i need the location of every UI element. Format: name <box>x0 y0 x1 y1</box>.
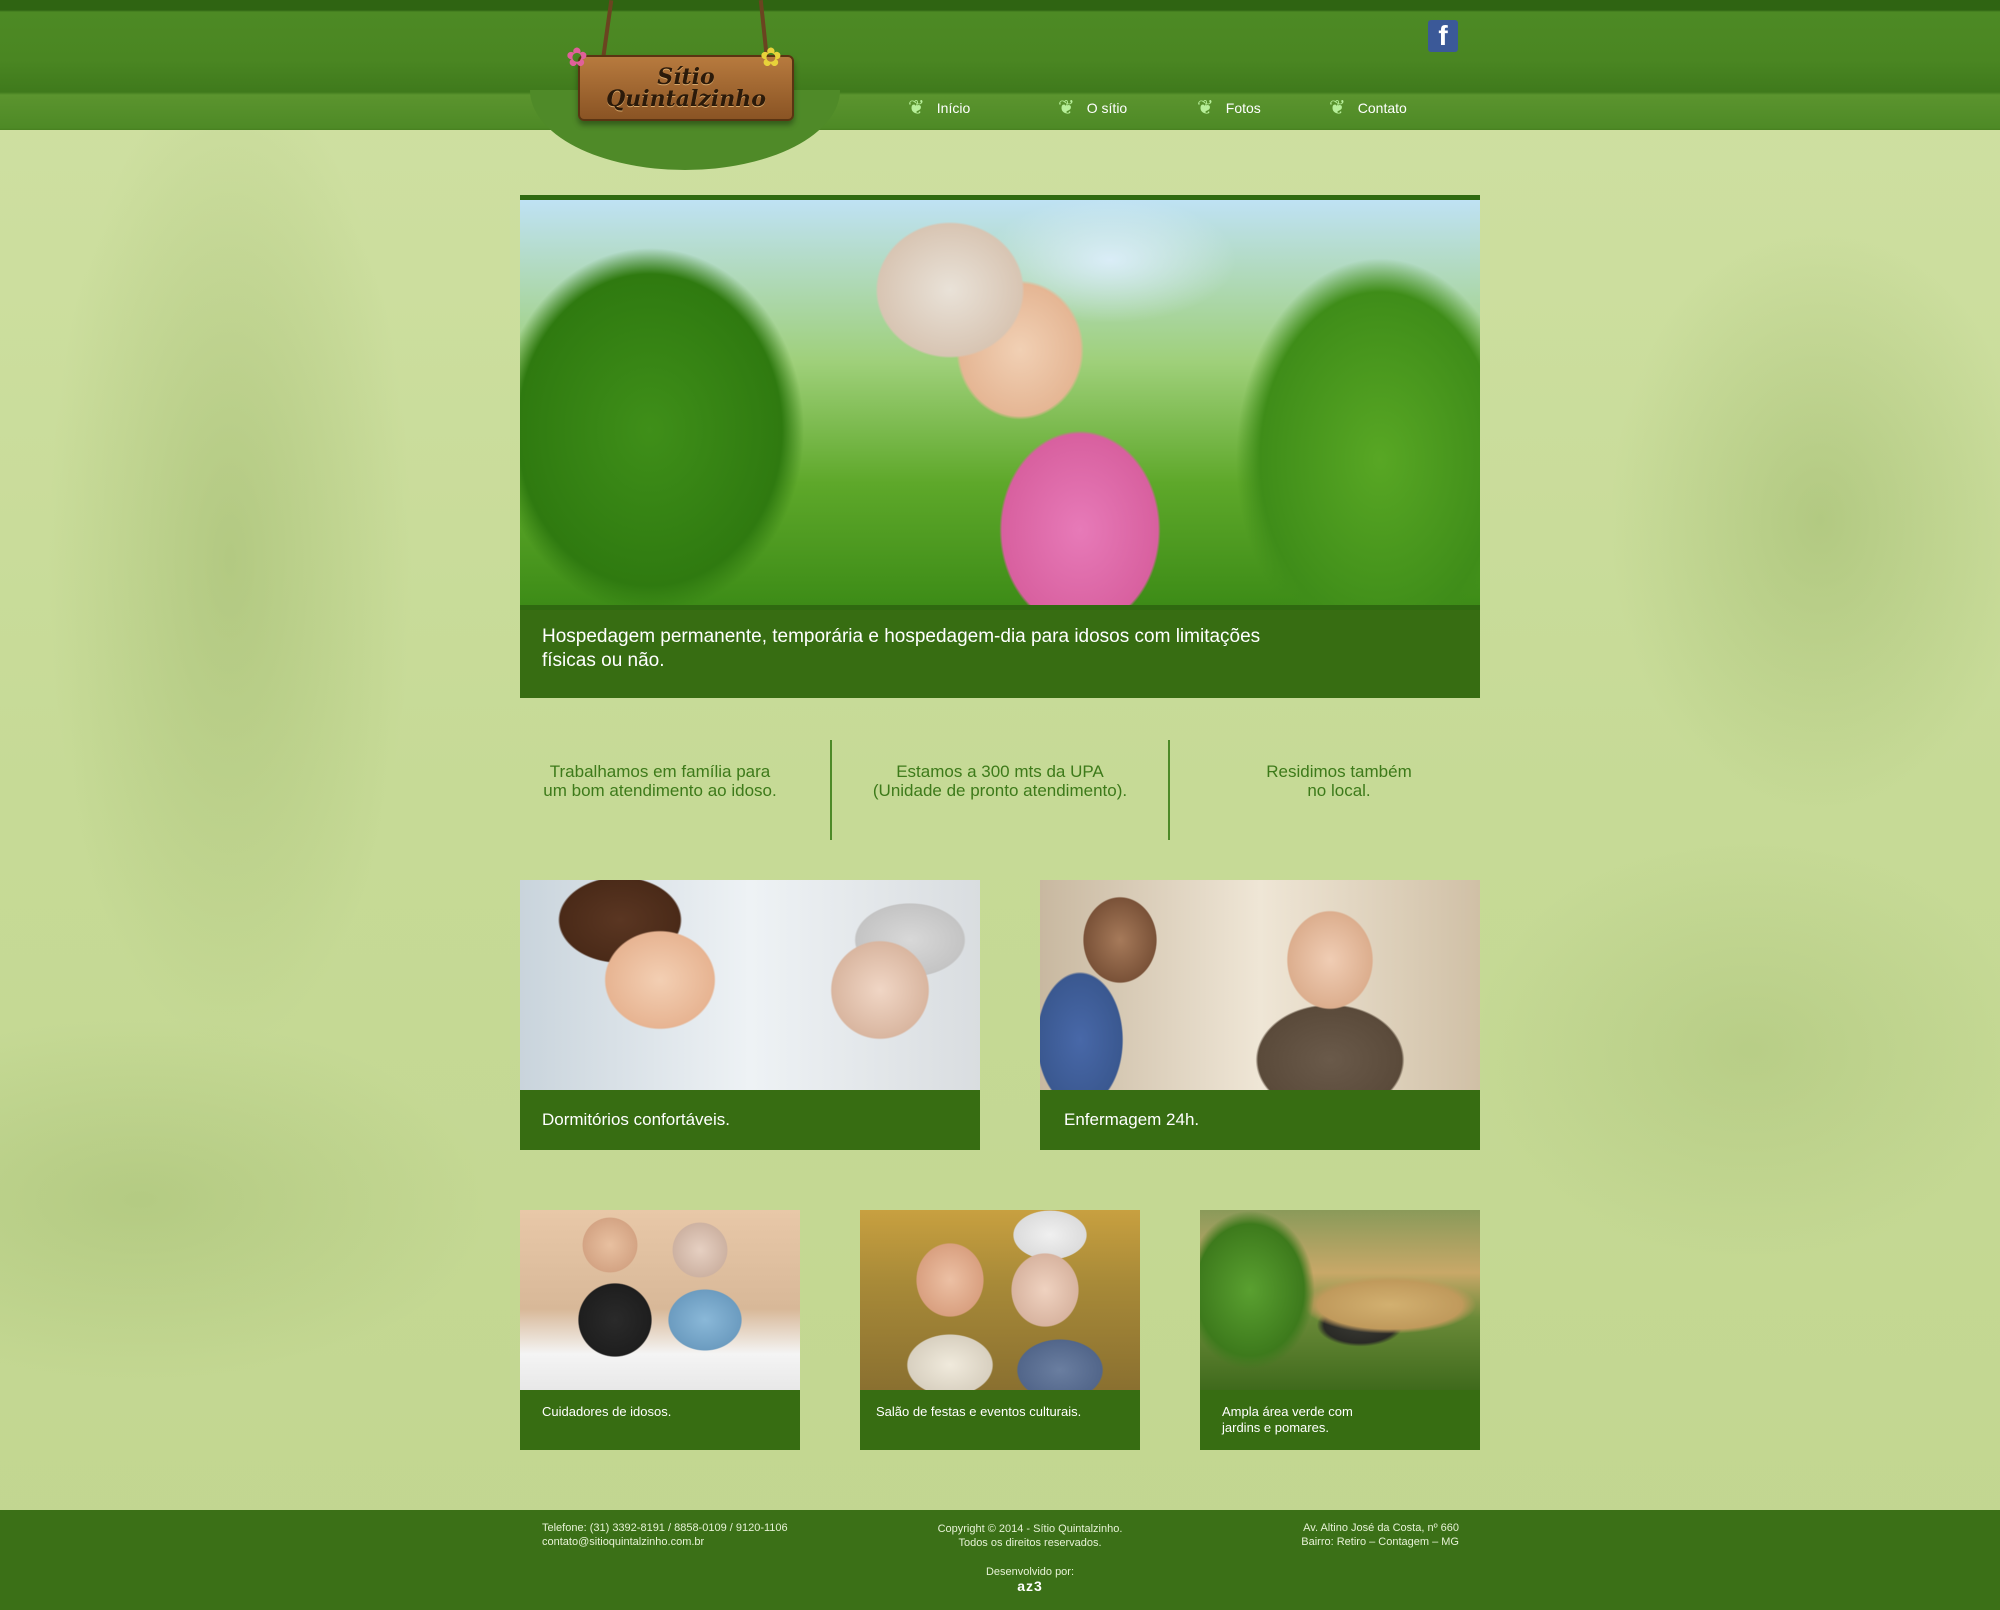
leaf-icon: ❦ <box>1058 97 1075 119</box>
nav-item-fotos[interactable]: ❦ Fotos <box>1197 96 1261 120</box>
nav-label: Início <box>936 100 971 116</box>
photo-caregiver-board-game <box>520 1210 800 1390</box>
pink-flower-icon: ✿ <box>566 42 588 72</box>
leaf-icon: ❦ <box>908 97 925 119</box>
card-dormitorios[interactable]: Dormitórios confortáveis. <box>520 880 980 1150</box>
facebook-icon[interactable]: f <box>1428 20 1458 52</box>
footer-contact: Telefone: (31) 3392-8191 / 8858-0109 / 9… <box>542 1521 788 1549</box>
feature-divider <box>1168 740 1170 840</box>
card-cuidadores[interactable]: Cuidadores de idosos. <box>520 1210 800 1450</box>
nav-label: Fotos <box>1225 100 1261 116</box>
card-caption: Enfermagem 24h. <box>1064 1110 1200 1129</box>
hero-caption-text: Hospedagem permanente, temporária e hosp… <box>542 626 1261 671</box>
card-caption: Salão de festas e eventos culturais. <box>876 1404 1082 1419</box>
photo-elderly-couple-bubbles <box>860 1210 1140 1390</box>
leaf-icon: ❦ <box>1197 97 1214 119</box>
hero-caption-box: Hospedagem permanente, temporária e hosp… <box>520 610 1480 698</box>
feature-family: Trabalhamos em família para um bom atend… <box>543 762 777 800</box>
nav-label: Contato <box>1357 100 1407 116</box>
card-caption-box: Cuidadores de idosos. <box>520 1390 800 1450</box>
photo-nurse-elderly-man <box>1040 880 1480 1090</box>
footer-phone: Telefone: (31) 3392-8191 / 8858-0109 / 9… <box>542 1522 788 1534</box>
footer-address: Av. Altino José da Costa, nº 660 Bairro:… <box>1301 1522 1459 1548</box>
nav-label: O sítio <box>1086 100 1128 116</box>
nav-item-o-sitio[interactable]: ❦ O sítio <box>1058 96 1127 120</box>
developer-logo[interactable]: az3 <box>1017 1578 1043 1594</box>
site-footer: Telefone: (31) 3392-8191 / 8858-0109 / 9… <box>0 1510 2000 1610</box>
card-caption: Dormitórios confortáveis. <box>542 1110 731 1129</box>
leaf-icon: ❦ <box>1329 97 1346 119</box>
card-caption: Ampla área verde com jardins e pomares. <box>1222 1404 1353 1435</box>
logo-text-line2: Quintalzinho <box>606 86 766 112</box>
footer-email[interactable]: contato@sitioquintalzinho.com.br <box>542 1535 788 1549</box>
hero-photo-elderly-couple <box>520 200 1480 605</box>
card-salao-festas[interactable]: Salão de festas e eventos culturais. <box>860 1210 1140 1450</box>
photo-caregiver-elderly-woman <box>520 880 980 1090</box>
card-area-verde[interactable]: Ampla área verde com jardins e pomares. <box>1200 1210 1480 1450</box>
card-enfermagem[interactable]: Enfermagem 24h. <box>1040 880 1480 1150</box>
yellow-flower-icon: ✿ <box>760 42 782 72</box>
nav-item-inicio[interactable]: ❦ Início <box>908 96 970 120</box>
photo-garden-area <box>1200 1210 1480 1390</box>
footer-copyright: Copyright © 2014 - Sítio Quintalzinho. T… <box>937 1523 1123 1549</box>
footer-developer: Desenvolvido por: az3 <box>985 1566 1075 1594</box>
feature-residence: Residimos também no local. <box>1266 762 1412 800</box>
feature-upa: Estamos a 300 mts da UPA (Unidade de pro… <box>872 762 1128 800</box>
card-caption: Cuidadores de idosos. <box>542 1404 672 1419</box>
nav-item-contato[interactable]: ❦ Contato <box>1329 96 1407 120</box>
feature-divider <box>830 740 832 840</box>
card-caption-box: Salão de festas e eventos culturais. <box>860 1390 1140 1450</box>
site-header <box>0 0 2000 130</box>
logo-text-line1: Sítio <box>657 64 715 90</box>
card-caption-box: Enfermagem 24h. <box>1040 1090 1480 1150</box>
card-caption-box: Ampla área verde com jardins e pomares. <box>1200 1390 1480 1450</box>
card-caption-box: Dormitórios confortáveis. <box>520 1090 980 1150</box>
hero-banner: Hospedagem permanente, temporária e hosp… <box>520 195 1480 698</box>
